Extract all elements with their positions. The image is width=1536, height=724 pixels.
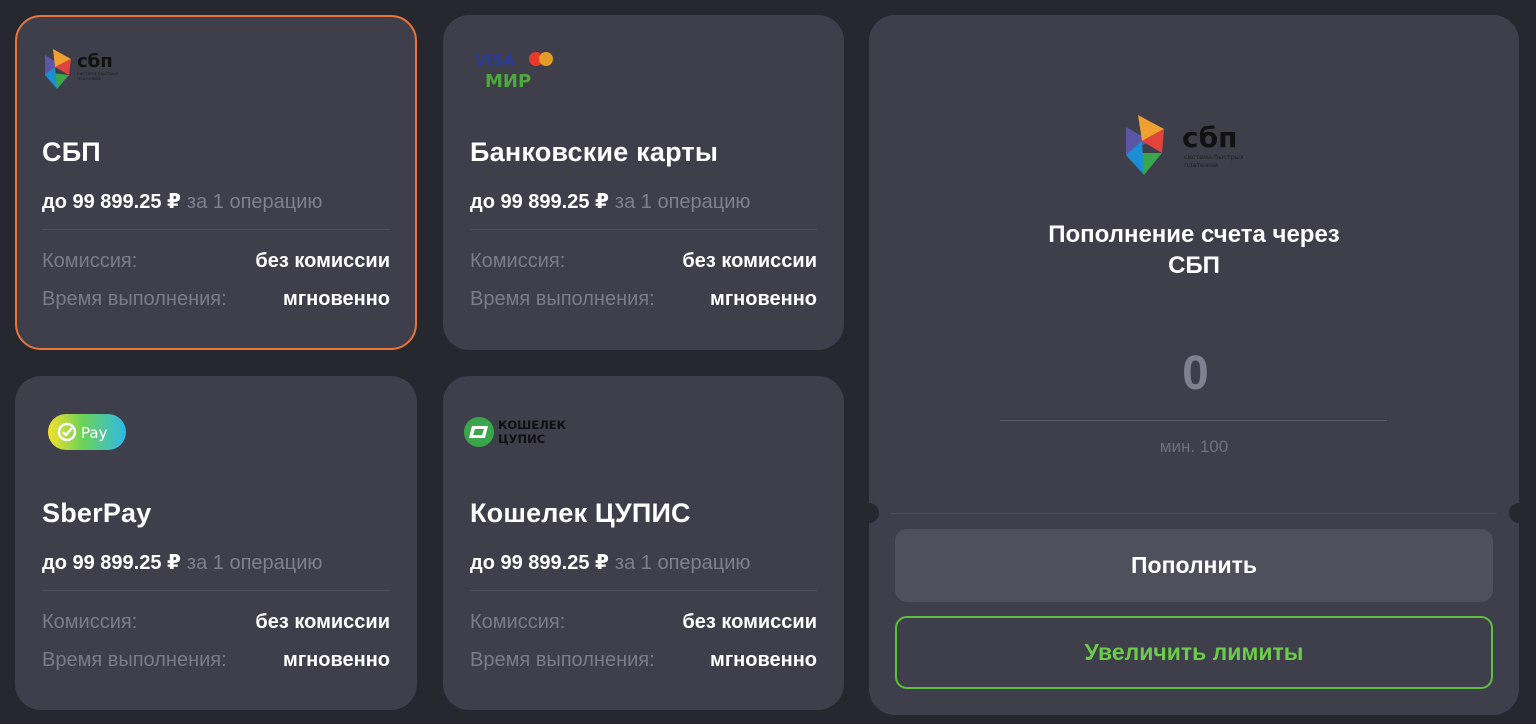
divider [42,229,390,230]
deposit-panel: сбп система быстрых платежей Пополнение … [859,15,1529,715]
panel-notch-right [1509,503,1529,523]
svg-text:VISA: VISA [475,51,515,69]
min-amount-hint: мин. 100 [1159,437,1229,456]
visa-mastercard-mir-logo: VISA МИР [473,49,563,96]
sbp-logo: сбп система быстрых платежей [1124,109,1264,186]
method-title: СБП [42,137,101,167]
payment-method-bank-cards[interactable]: VISA МИР Банковские карты до 99 899.25 ₽… [443,15,844,350]
payment-method-cupis-wallet[interactable]: КОШЕЛЕК ЦУПИС Кошелек ЦУПИС до 99 899.25… [443,376,844,710]
svg-text:система быстрых: система быстрых [1184,153,1244,161]
panel-title: Пополнение счета через СБП [869,219,1519,281]
divider [470,229,817,230]
cupis-wallet-logo: КОШЕЛЕК ЦУПИС [463,414,573,455]
svg-text:КОШЕЛЕК: КОШЕЛЕК [498,418,567,432]
panel-title-line1: Пополнение счета через [1048,221,1340,248]
time-value: мгновенно [710,288,817,310]
method-limit: до 99 899.25 ₽ за 1 операцию [42,189,322,214]
fee-value: без комиссии [255,250,390,272]
time-row: Время выполнения: мгновенно [42,649,390,672]
fee-row: Комиссия: без комиссии [470,250,817,273]
limit-suffix: за 1 операцию [614,552,751,574]
sbp-logo: сбп система быстрых платежей [41,45,133,98]
amount-underline [1000,420,1387,421]
svg-text:сбп: сбп [77,51,113,72]
limit-amount: до 99 899.25 ₽ [470,191,609,213]
payment-method-sbp[interactable]: сбп система быстрых платежей СБП до 99 8… [15,15,417,350]
limit-amount: до 99 899.25 ₽ [42,552,181,574]
time-label: Время выполнения: [42,288,227,310]
time-label: Время выполнения: [470,649,655,671]
time-label: Время выполнения: [470,288,655,310]
svg-text:ЦУПИС: ЦУПИС [498,432,545,446]
limit-amount: до 99 899.25 ₽ [42,191,181,213]
fee-label: Комиссия: [42,611,138,633]
method-title: Кошелек ЦУПИС [470,498,691,528]
method-title: Банковские карты [470,137,719,167]
time-row: Время выполнения: мгновенно [470,649,817,672]
fee-value: без комиссии [255,611,390,633]
deposit-button[interactable]: Пополнить [895,529,1493,602]
time-value: мгновенно [283,649,390,671]
divider [470,590,817,591]
method-limit: до 99 899.25 ₽ за 1 операцию [470,550,750,575]
fee-value: без комиссии [682,250,817,272]
time-value: мгновенно [710,649,817,671]
payment-method-sberpay[interactable]: Pay SberPay до 99 899.25 ₽ за 1 операцию … [15,376,417,710]
fee-label: Комиссия: [470,611,566,633]
fee-label: Комиссия: [470,250,566,272]
panel-separator [891,513,1497,514]
fee-row: Комиссия: без комиссии [42,250,390,273]
limit-suffix: за 1 операцию [186,191,323,213]
sberpay-logo: Pay [47,412,127,457]
svg-text:сбп: сбп [1182,121,1238,154]
fee-row: Комиссия: без комиссии [42,611,390,634]
method-limit: до 99 899.25 ₽ за 1 операцию [42,550,322,575]
time-row: Время выполнения: мгновенно [42,288,390,311]
fee-row: Комиссия: без комиссии [470,611,817,634]
fee-label: Комиссия: [42,250,138,272]
method-title: SberPay [42,498,152,528]
limit-suffix: за 1 операцию [614,191,751,213]
svg-text:платежей: платежей [77,75,101,82]
divider [42,590,390,591]
time-row: Время выполнения: мгновенно [470,288,817,311]
svg-text:платежей: платежей [1184,161,1218,169]
limit-suffix: за 1 операцию [186,552,323,574]
limit-amount: до 99 899.25 ₽ [470,552,609,574]
increase-limits-button[interactable]: Увеличить лимиты [895,616,1493,689]
panel-notch-left [859,503,879,523]
time-label: Время выполнения: [42,649,227,671]
panel-title-line2: СБП [1168,252,1220,279]
fee-value: без комиссии [682,611,817,633]
svg-text:МИР: МИР [485,71,531,91]
amount-input[interactable] [1000,345,1391,402]
time-value: мгновенно [283,288,390,310]
method-limit: до 99 899.25 ₽ за 1 операцию [470,189,750,214]
svg-text:Pay: Pay [81,424,108,442]
